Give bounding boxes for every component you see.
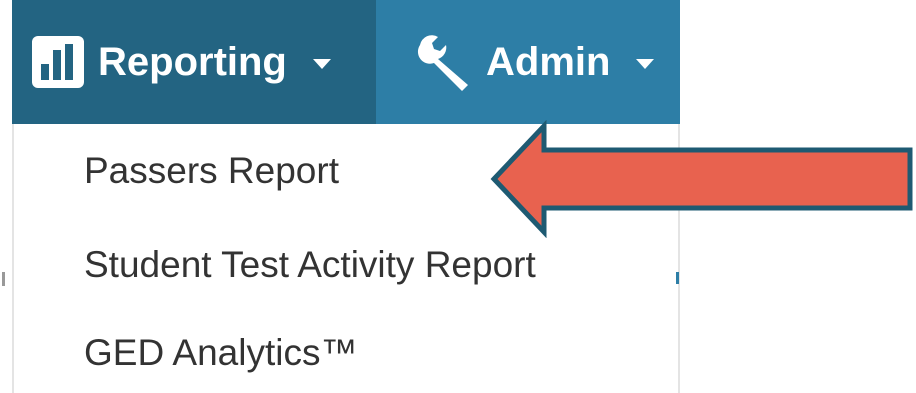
chevron-down-icon — [636, 59, 655, 69]
admin-menu-button[interactable]: Admin — [416, 0, 655, 124]
reporting-menu-label: Reporting — [98, 39, 287, 84]
menu-item-passers-report[interactable]: Passers Report — [84, 150, 339, 192]
background-fragment — [2, 272, 5, 286]
bar-chart-icon — [32, 36, 84, 88]
chevron-down-icon — [312, 59, 331, 69]
background-fragment — [676, 272, 679, 284]
wrench-icon — [417, 35, 468, 91]
menu-item-student-test-activity-report[interactable]: Student Test Activity Report — [84, 244, 536, 286]
reporting-menu-button[interactable]: Reporting — [32, 0, 331, 124]
screenshot-stage: Reporting Admin Passers Report Student T… — [0, 0, 916, 393]
menu-item-ged-analytics[interactable]: GED Analytics™ — [84, 332, 357, 374]
admin-menu-label: Admin — [486, 39, 611, 84]
annotation-arrow-icon — [490, 120, 913, 238]
